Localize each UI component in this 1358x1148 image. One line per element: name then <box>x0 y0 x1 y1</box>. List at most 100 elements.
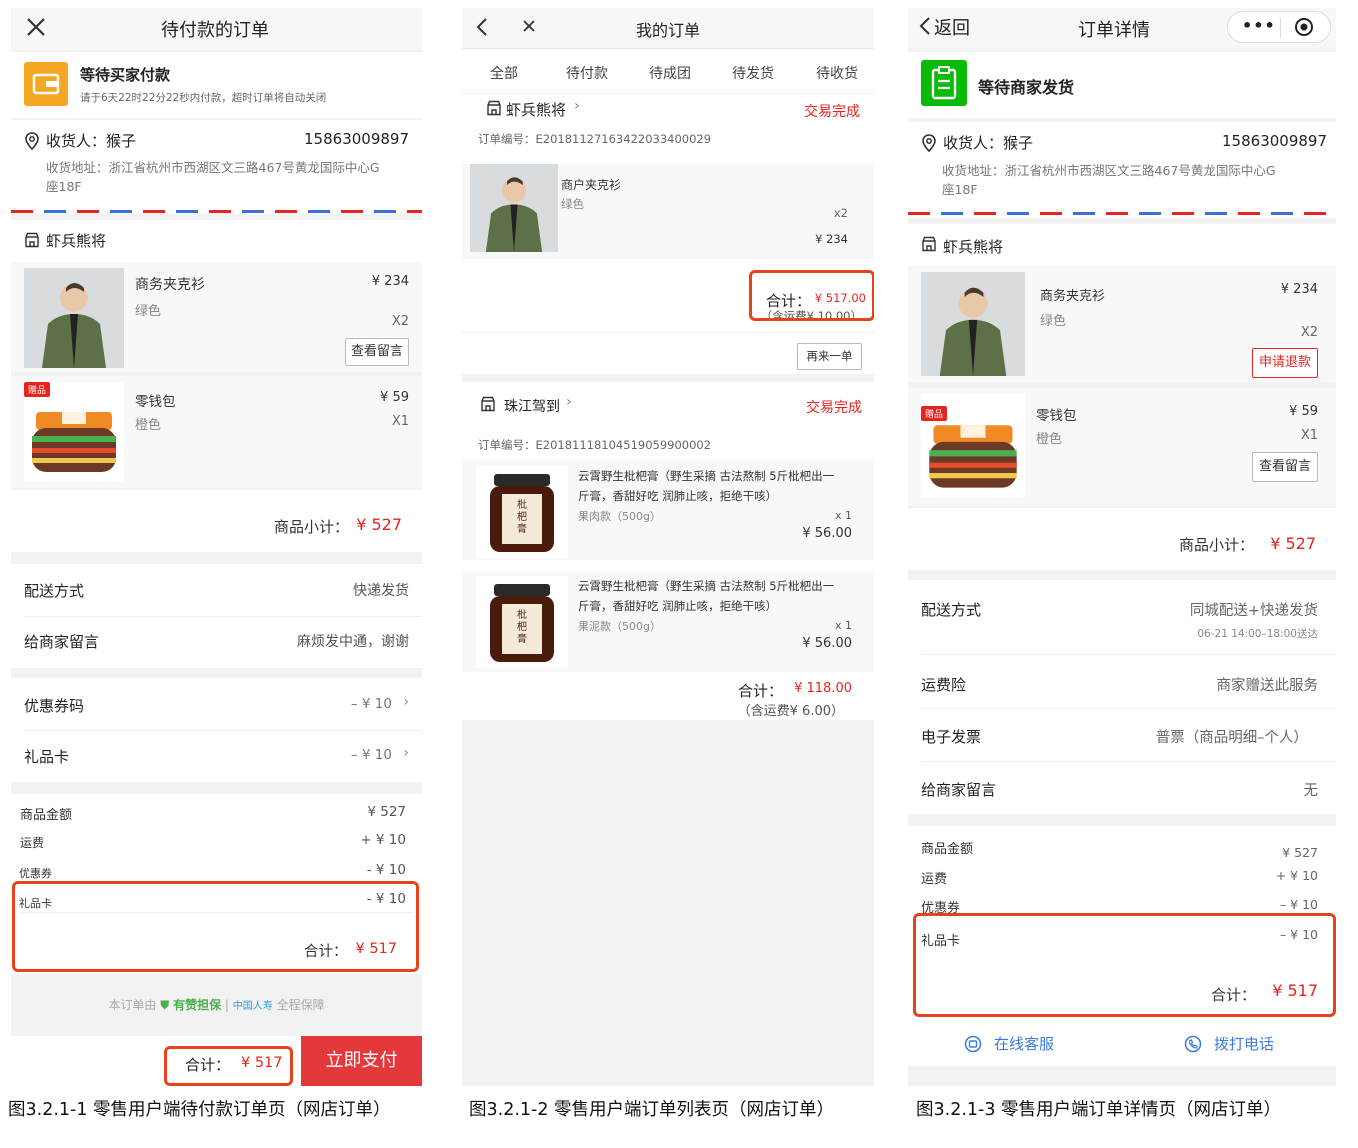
chevron-right-icon[interactable]: › <box>574 98 580 114</box>
order-number: 订单编号：E20181118104519059900002 <box>478 438 712 452</box>
address-line-2: 座18F <box>942 182 978 197</box>
shop-header[interactable]: 虾兵熊将 <box>908 224 1336 266</box>
caption-3: 图3.2.1-3 零售用户端订单详情页（网店订单） <box>916 1100 1282 1120</box>
giftcard-value[interactable]: – ¥ 10 <box>351 747 392 763</box>
coupon-value[interactable]: – ¥ 10 <box>351 696 392 712</box>
item-price: ¥ 234 <box>371 274 409 289</box>
invoice-label: 电子发票 <box>921 728 982 746</box>
guarantee-prefix: 本订单由 <box>108 998 157 1012</box>
discount-value: – ¥ 10 <box>1279 897 1318 912</box>
delivery-value[interactable]: 快递发货 <box>353 580 409 600</box>
jacket-thumbnail <box>24 268 124 368</box>
view-message-button[interactable]: 查看留言 <box>1252 452 1318 482</box>
freight-label: 运费 <box>20 836 45 850</box>
discount-section: 优惠券码 – ¥ 10 › 礼品卡 – ¥ 10 › <box>11 678 422 782</box>
call-phone-label: 拨打电话 <box>1214 1035 1275 1053</box>
order-item[interactable]: 商户夹克衫 绿色 x2 ¥ 234 <box>462 164 874 259</box>
refund-button[interactable]: 申请退款 <box>1252 348 1318 378</box>
view-message-button[interactable]: 查看留言 <box>345 338 409 366</box>
delivery-label: 配送方式 <box>24 582 85 600</box>
status-title: 等待买家付款 <box>80 66 171 84</box>
message-value: 无 <box>1303 783 1319 799</box>
shop-name: 虾兵熊将 <box>46 232 107 250</box>
pay-now-button[interactable]: 立即支付 <box>301 1036 422 1086</box>
location-pin-icon <box>25 132 39 150</box>
divider <box>462 332 874 333</box>
close-icon[interactable] <box>25 16 47 38</box>
gift-badge: 赠品 <box>921 406 948 421</box>
jacket-thumbnail <box>921 272 1025 376</box>
back-button[interactable]: 返回 <box>934 14 970 40</box>
address-card[interactable]: 收货人：猴子 15863009897 收货地址：浙江省杭州市西湖区文三路467号… <box>11 120 422 214</box>
contact-bar: 在线客服 拨打电话 <box>908 1022 1336 1066</box>
item-name: 商户夹克衫 <box>561 178 622 192</box>
divider <box>921 654 1336 655</box>
invoice-value: 普票（商品明细–个人） <box>1155 730 1308 746</box>
item-spec: 绿色 <box>561 197 584 211</box>
freight-value: + ¥ 10 <box>1275 868 1318 883</box>
page-title: 待付款的订单 <box>161 20 269 41</box>
wallet-icon <box>24 62 68 106</box>
order-item[interactable]: 枇杷膏 云霄野生枇杷膏（野生采摘 古法熬制 5斤枇杷出一 斤膏，香甜好吃 润肺止… <box>462 460 874 560</box>
subtotal-row: 商品小计： ¥ 527 <box>908 508 1336 570</box>
item-quantity: x 1 <box>834 509 852 522</box>
order-item[interactable]: 赠品 零钱包 橙色 ¥ 59 X1 <box>11 376 422 488</box>
tab-pending-payment[interactable]: 待付款 <box>566 63 608 83</box>
tab-pending-shipment[interactable]: 待发货 <box>732 63 774 83</box>
jar-thumbnail: 枇杷膏 <box>476 576 568 668</box>
item-quantity: X2 <box>391 314 409 329</box>
chevron-right-icon[interactable]: › <box>403 694 409 710</box>
item-price: ¥ 234 <box>815 232 848 246</box>
reorder-button[interactable]: 再来一单 <box>797 343 862 370</box>
status-banner: 等待买家付款 请于6天22时22分22秒内付款，超时订单将自动关闭 <box>11 52 422 118</box>
shop-name[interactable]: 虾兵熊将 <box>506 99 566 120</box>
order-item[interactable]: 商务夹克衫 绿色 ¥ 234 X2 申请退款 <box>908 266 1336 382</box>
shop-header[interactable]: 虾兵熊将 <box>11 220 422 262</box>
tab-pending-receipt[interactable]: 待收货 <box>816 63 858 83</box>
jar-label: 枇杷膏 <box>517 500 527 535</box>
item-title-line1: 云霄野生枇杷膏（野生采摘 古法熬制 5斤枇杷出一 <box>578 469 835 483</box>
nav-bar: 返回 订单详情 ••• <box>908 8 1336 48</box>
item-name: 商务夹克衫 <box>1040 289 1106 304</box>
tab-pending-group[interactable]: 待成团 <box>649 63 691 83</box>
guarantee-note: 本订单由 ⛊ 有赞担保 | 中国人寿 全程保障 <box>11 996 422 1013</box>
subtotal-label: 商品小计： <box>274 518 350 536</box>
item-quantity: X2 <box>1300 325 1318 340</box>
back-arrow-icon[interactable] <box>918 16 932 36</box>
highlight-box <box>749 270 874 321</box>
tab-all[interactable]: 全部 <box>490 63 518 83</box>
order-card[interactable]: 珠江驾到 › 交易完成 订单编号：E2018111810451905990000… <box>462 382 874 720</box>
delivery-value: 同城配送+快递发货 <box>1189 603 1318 619</box>
amount-label: 商品金额 <box>20 808 73 823</box>
address-card[interactable]: 收货人：猴子 15863009897 收货地址：浙江省杭州市西湖区文三路467号… <box>908 122 1336 218</box>
item-name: 零钱包 <box>1036 408 1077 424</box>
receiver-name: 收货人：猴子 <box>46 132 137 150</box>
divider <box>921 708 1336 709</box>
more-icon[interactable]: ••• <box>1242 16 1276 35</box>
receiver-phone: 15863009897 <box>304 130 409 148</box>
insurance-value: 商家赠送此服务 <box>1216 678 1319 694</box>
delivery-label: 配送方式 <box>921 601 982 619</box>
item-spec: 绿色 <box>1040 314 1067 329</box>
clipboard-icon <box>921 60 967 106</box>
shop-name: 虾兵熊将 <box>943 238 1004 256</box>
shop-name[interactable]: 珠江驾到 <box>504 396 560 416</box>
chevron-right-icon[interactable]: › <box>566 394 572 410</box>
divider <box>24 616 422 617</box>
close-icon[interactable] <box>522 19 536 33</box>
order-item[interactable]: 商务夹克衫 绿色 ¥ 234 X2 查看留言 <box>11 262 422 372</box>
address-line-2: 座18F <box>46 179 82 194</box>
guarantee-partner: 中国人寿 <box>232 1001 273 1012</box>
divider <box>24 730 422 731</box>
subtotal-label: 商品小计： <box>1179 536 1255 554</box>
close-circle-icon[interactable] <box>1294 17 1314 37</box>
message-value[interactable]: 麻烦发中通，谢谢 <box>297 631 409 651</box>
order-item[interactable]: 枇杷膏 云霄野生枇杷膏（野生采摘 古法熬制 5斤枇杷出一 斤膏，香甜好吃 润肺止… <box>462 572 874 672</box>
chevron-right-icon[interactable]: › <box>403 745 409 761</box>
jar-label: 枇杷膏 <box>517 610 527 645</box>
order-item[interactable]: 赠品 零钱包 橙色 ¥ 59 X1 查看留言 <box>908 388 1336 506</box>
back-arrow-icon[interactable] <box>474 17 490 37</box>
guarantee-separator: | <box>224 998 229 1012</box>
order-card[interactable]: 虾兵熊将 › 交易完成 订单编号：E2018112716342203340002… <box>462 94 874 374</box>
location-pin-icon <box>922 134 936 152</box>
